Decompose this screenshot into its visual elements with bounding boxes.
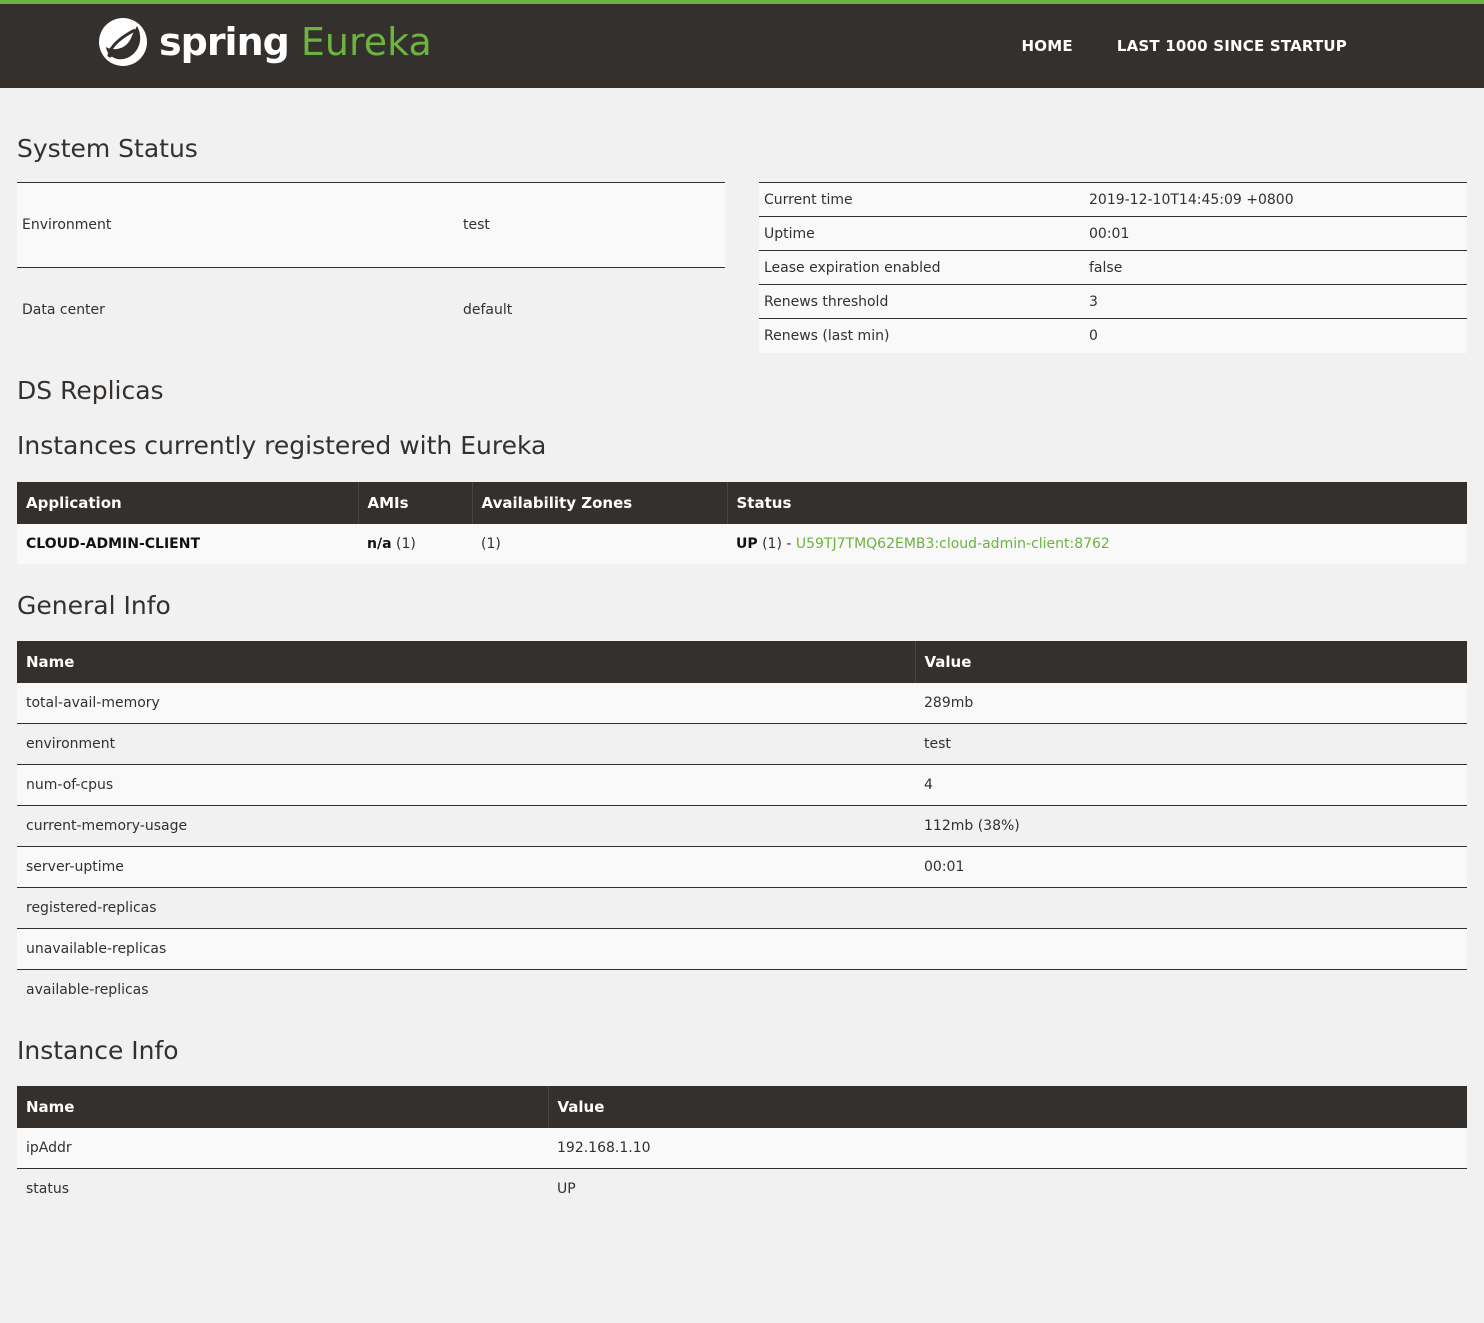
status-value: test xyxy=(458,182,725,268)
col-value[interactable]: Value xyxy=(914,640,1467,683)
status-row: Renews threshold 3 xyxy=(759,284,1467,319)
info-value xyxy=(915,887,1467,929)
amis-value: n/a xyxy=(367,535,392,552)
table-header-row: Name Value xyxy=(17,640,1467,683)
info-name: current-memory-usage xyxy=(17,805,915,847)
col-status[interactable]: Status xyxy=(726,481,1467,524)
table-row: current-memory-usage 112mb (38%) xyxy=(17,805,1467,847)
system-status-right-table: Current time 2019-12-10T14:45:09 +0800 U… xyxy=(759,182,1467,353)
info-value: 192.168.1.10 xyxy=(548,1127,1467,1169)
table-row: server-uptime 00:01 xyxy=(17,846,1467,888)
info-value xyxy=(915,969,1467,1011)
nav-last1000-link[interactable]: LAST 1000 SINCE STARTUP xyxy=(1117,37,1347,55)
info-name: ipAddr xyxy=(17,1127,548,1169)
brand-eureka-text: Eureka xyxy=(300,20,432,64)
status-value: false xyxy=(1084,250,1467,285)
status-key: Data center xyxy=(17,267,458,353)
info-value: 112mb (38%) xyxy=(915,805,1467,847)
status-cell: UP (1) - U59TJ7TMQ62EMB3:cloud-admin-cli… xyxy=(727,523,1467,564)
spring-leaf-icon xyxy=(99,18,147,66)
col-application[interactable]: Application xyxy=(17,481,358,524)
instances-title: Instances currently registered with Eure… xyxy=(17,430,547,460)
application-cell: CLOUD-ADMIN-CLIENT xyxy=(17,523,358,564)
status-value: 2019-12-10T14:45:09 +0800 xyxy=(1084,182,1467,217)
table-row: ipAddr 192.168.1.10 xyxy=(17,1127,1467,1169)
info-value: test xyxy=(915,723,1467,765)
status-key: Renews threshold xyxy=(759,284,1084,319)
system-status-left-table: Environment test Data center default xyxy=(17,182,725,353)
info-name: num-of-cpus xyxy=(17,764,915,806)
table-row: available-replicas xyxy=(17,969,1467,1011)
status-up: UP xyxy=(736,535,758,552)
system-status-tables: Environment test Data center default Cur… xyxy=(17,182,1467,353)
info-name: environment xyxy=(17,723,915,765)
table-row: environment test xyxy=(17,723,1467,765)
status-value: 0 xyxy=(1084,318,1467,353)
application-name: CLOUD-ADMIN-CLIENT xyxy=(26,535,201,552)
table-header-row: Name Value xyxy=(17,1085,1467,1128)
status-value: default xyxy=(458,267,725,353)
main-content: System Status Environment test Data cent… xyxy=(0,131,1484,1210)
instance-info-title: Instance Info xyxy=(17,1035,179,1065)
brand-logo[interactable]: spring Eureka xyxy=(97,16,432,68)
status-row: Current time 2019-12-10T14:45:09 +0800 xyxy=(759,182,1467,217)
table-row: unavailable-replicas xyxy=(17,928,1467,970)
nav-home-link[interactable]: HOME xyxy=(1022,37,1073,55)
info-name: unavailable-replicas xyxy=(17,928,915,970)
col-name[interactable]: Name xyxy=(17,1085,548,1128)
table-row: CLOUD-ADMIN-CLIENT n/a (1) (1) UP (1) - … xyxy=(17,523,1467,564)
status-key: Renews (last min) xyxy=(759,318,1084,353)
ds-replicas-title: DS Replicas xyxy=(17,375,164,405)
status-row: Environment test xyxy=(17,182,725,268)
table-header-row: Application AMIs Availability Zones Stat… xyxy=(17,481,1467,524)
status-count: (1) - xyxy=(757,535,796,552)
status-row: Renews (last min) 0 xyxy=(759,318,1467,353)
info-name: status xyxy=(17,1168,548,1210)
zones-cell: (1) xyxy=(472,523,727,564)
table-row: total-avail-memory 289mb xyxy=(17,682,1467,724)
general-info-table: Name Value total-avail-memory 289mb envir… xyxy=(17,640,1467,1011)
col-value[interactable]: Value xyxy=(547,1085,1467,1128)
instances-table: Application AMIs Availability Zones Stat… xyxy=(17,481,1467,564)
table-row: num-of-cpus 4 xyxy=(17,764,1467,806)
table-row: registered-replicas xyxy=(17,887,1467,929)
info-value: 4 xyxy=(915,764,1467,806)
table-row: status UP xyxy=(17,1168,1467,1210)
instance-info-table: Name Value ipAddr 192.168.1.10 status UP xyxy=(17,1085,1467,1210)
brand-spring-text: spring xyxy=(159,20,290,64)
info-value xyxy=(915,928,1467,970)
status-row: Uptime 00:01 xyxy=(759,216,1467,251)
system-status-title: System Status xyxy=(17,134,198,163)
status-key: Environment xyxy=(17,182,458,268)
status-key: Current time xyxy=(759,182,1084,217)
status-key: Uptime xyxy=(759,216,1084,251)
status-key: Lease expiration enabled xyxy=(759,250,1084,285)
info-name: server-uptime xyxy=(17,846,915,888)
status-row: Lease expiration enabled false xyxy=(759,250,1467,285)
amis-cell: n/a (1) xyxy=(358,523,472,564)
info-name: available-replicas xyxy=(17,969,915,1011)
info-value: UP xyxy=(548,1168,1467,1210)
status-value: 00:01 xyxy=(1084,216,1467,251)
amis-count: (1) xyxy=(391,535,416,552)
navbar: spring Eureka HOME LAST 1000 SINCE START… xyxy=(0,4,1484,88)
general-info-title: General Info xyxy=(17,590,171,620)
col-availability-zones[interactable]: Availability Zones xyxy=(471,481,727,524)
nav-links: HOME LAST 1000 SINCE STARTUP xyxy=(978,4,1347,88)
info-value: 289mb xyxy=(915,682,1467,724)
status-row: Data center default xyxy=(17,267,725,353)
info-name: registered-replicas xyxy=(17,887,915,929)
col-amis[interactable]: AMIs xyxy=(357,481,472,524)
instance-link[interactable]: U59TJ7TMQ62EMB3:cloud-admin-client:8762 xyxy=(796,536,1110,552)
col-name[interactable]: Name xyxy=(17,640,915,683)
status-value: 3 xyxy=(1084,284,1467,319)
info-value: 00:01 xyxy=(915,846,1467,888)
info-name: total-avail-memory xyxy=(17,682,915,724)
